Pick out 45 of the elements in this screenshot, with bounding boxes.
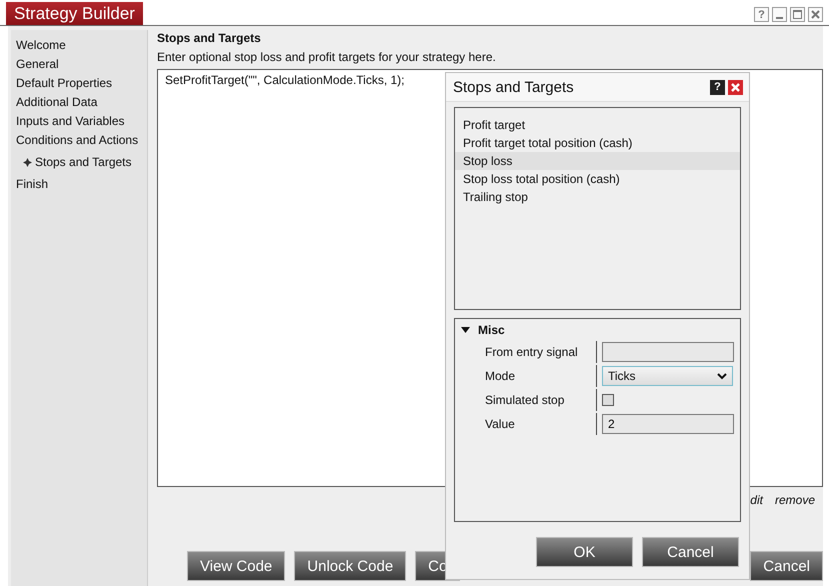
list-item[interactable]: Trailing stop bbox=[455, 188, 740, 206]
link[interactable]: remove bbox=[774, 493, 815, 507]
sidebar-item[interactable]: Welcome bbox=[11, 36, 147, 55]
action-button[interactable]: Unlock Code bbox=[294, 551, 406, 581]
list-item[interactable]: Profit target bbox=[455, 116, 740, 134]
help-button[interactable]: ? bbox=[710, 80, 725, 94]
diamond-icon bbox=[23, 158, 32, 167]
property-label: Simulated stop bbox=[485, 389, 597, 411]
sidebar-item[interactable]: Conditions and Actions bbox=[11, 131, 147, 150]
minimize-icon bbox=[776, 16, 783, 18]
sidebar-item[interactable]: Stops and Targets bbox=[11, 150, 147, 175]
sidebar-item[interactable]: Finish bbox=[11, 175, 147, 194]
help-button[interactable]: ? bbox=[754, 7, 769, 22]
list-item[interactable]: Stop loss bbox=[455, 152, 740, 170]
property-label: From entry signal bbox=[485, 341, 597, 363]
minimize-button[interactable] bbox=[772, 7, 787, 22]
close-icon[interactable] bbox=[728, 80, 743, 94]
section-description: Enter optional stop loss and profit targets for your strategy here. bbox=[157, 50, 497, 64]
sidebar-item[interactable]: Default Properties bbox=[11, 74, 147, 93]
action-button[interactable]: View Code bbox=[187, 551, 286, 581]
close-button[interactable] bbox=[808, 7, 823, 22]
text-field[interactable] bbox=[602, 342, 734, 362]
expand-icon[interactable] bbox=[461, 326, 470, 334]
list-item[interactable]: Profit target total position (cash) bbox=[455, 134, 740, 152]
checkbox[interactable] bbox=[602, 394, 614, 406]
window-title: Strategy Builder bbox=[6, 2, 143, 25]
sidebar-item[interactable]: Inputs and Variables bbox=[11, 112, 147, 131]
close-icon bbox=[811, 10, 820, 19]
group-title: Misc bbox=[478, 323, 505, 337]
mode-dropdown[interactable]: Ticks bbox=[602, 366, 733, 386]
link[interactable]: dit bbox=[750, 493, 763, 507]
sidebar-item[interactable]: General bbox=[11, 55, 147, 74]
maximize-icon bbox=[793, 10, 802, 19]
text-field[interactable]: 2 bbox=[602, 414, 734, 434]
chevron-icon bbox=[717, 372, 727, 380]
action-button[interactable]: Cancel bbox=[750, 551, 823, 581]
dialog-button[interactable]: Cancel bbox=[642, 537, 739, 567]
dialog-button[interactable]: OK bbox=[536, 537, 633, 567]
sidebar-item[interactable]: Additional Data bbox=[11, 93, 147, 112]
property-label: Value bbox=[485, 413, 597, 435]
maximize-button[interactable] bbox=[790, 7, 805, 22]
property-label: Mode bbox=[485, 365, 597, 387]
dialog-title: Stops and Targets bbox=[453, 78, 574, 96]
list-item[interactable]: Stop loss total position (cash) bbox=[455, 170, 740, 188]
section-heading: Stops and Targets bbox=[157, 31, 262, 45]
